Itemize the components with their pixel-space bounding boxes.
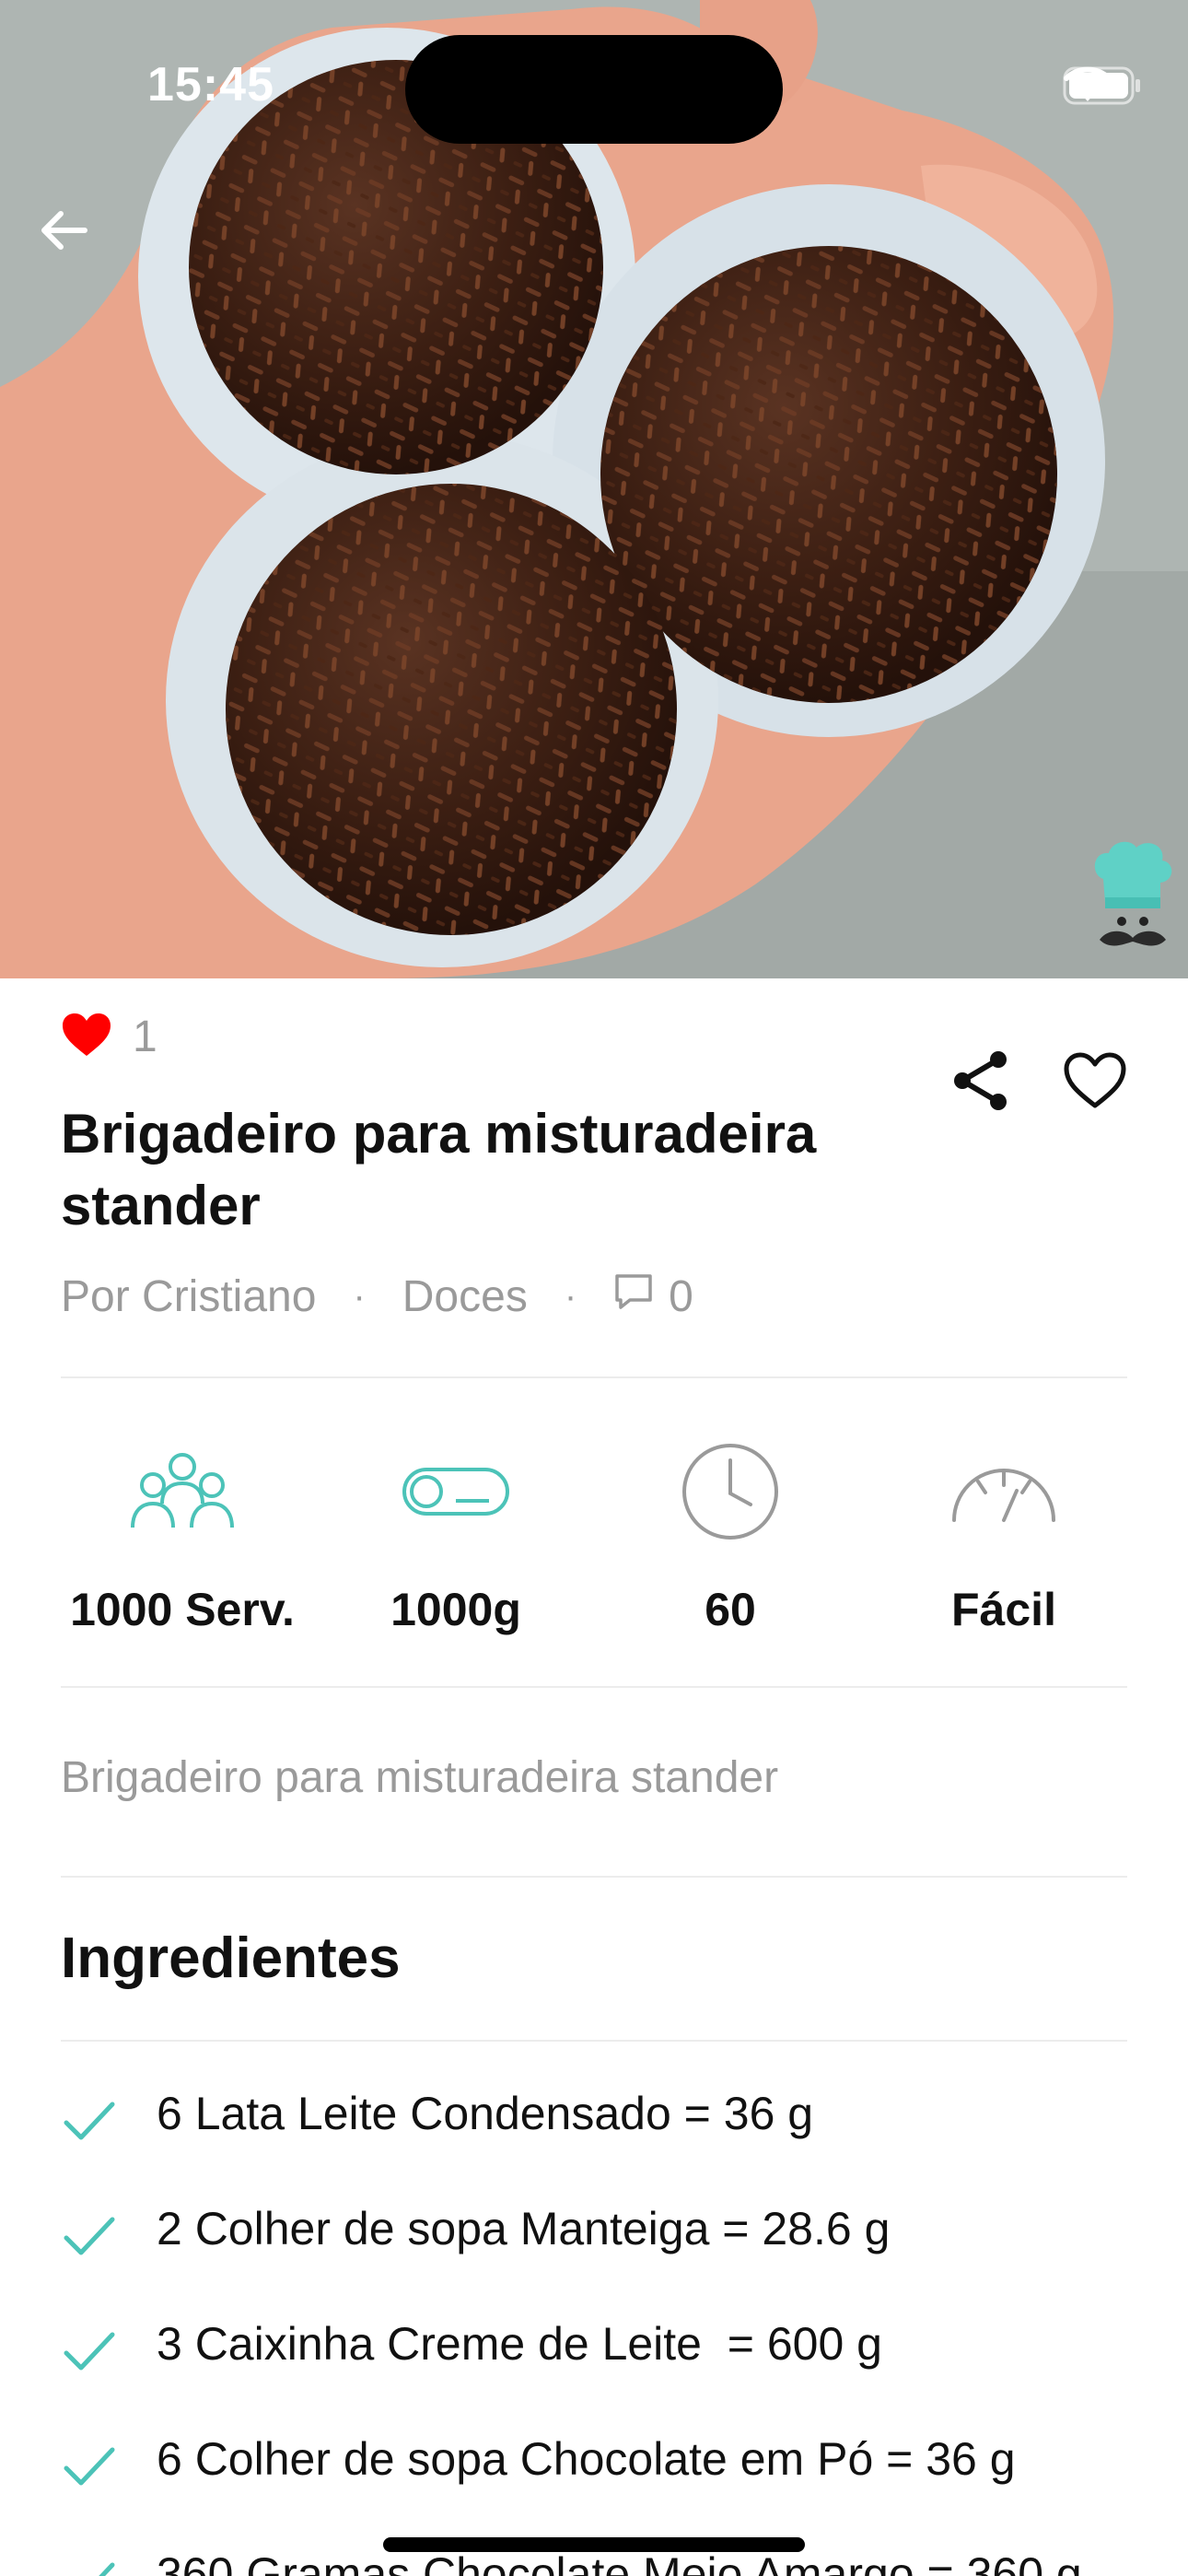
ingredient-item[interactable]: 6 Colher de sopa Chocolate em Pó = 36 g [61,2430,1166,2545]
comments-link[interactable]: 0 [613,1271,693,1322]
stat-weight-label: 1000g [390,1584,521,1635]
recipe-stats: 1000 Serv. 1000g 60 Fácil [0,1437,1188,1640]
likes-row: 1 [61,1012,157,1062]
ingredient-text: 2 Colher de sopa Manteiga = 28.6 g [157,2203,891,2254]
dynamic-island [405,35,783,144]
check-icon [61,2545,157,2576]
stat-difficulty: Fácil [866,1437,1142,1636]
scale-icon [401,1437,511,1546]
recipe-meta: Por Cristiano · Doces · 0 [61,1271,693,1322]
ingredients-title: Ingredientes [61,1926,401,1990]
divider [61,2040,1127,2042]
comment-icon [613,1271,654,1322]
chef-mascot-icon [1090,838,1175,956]
ingredient-item[interactable]: 2 Colher de sopa Manteiga = 28.6 g [61,2199,1166,2314]
people-icon [127,1437,238,1546]
check-icon [61,2430,157,2493]
stat-time-label: 60 [705,1584,756,1635]
stat-difficulty-label: Fácil [951,1584,1056,1635]
heart-filled-icon [61,1012,112,1062]
recipe-title: Brigadeiro para misturadeira stander [61,1103,817,1236]
recipe-hero-image: 15:45 [0,0,1188,978]
recipe-actions [950,1048,1127,1118]
check-icon [61,2084,157,2148]
difficulty-gauge-icon [949,1437,1059,1546]
comments-count: 0 [669,1272,693,1321]
meta-separator: · [353,1276,366,1317]
share-button[interactable] [950,1048,1011,1118]
favorite-button[interactable] [1063,1052,1127,1114]
likes-count: 1 [133,1013,157,1061]
recipe-author[interactable]: Por Cristiano [61,1271,316,1322]
ingredient-text: 6 Lata Leite Condensado = 36 g [157,2088,814,2139]
status-time: 15:45 [147,58,274,111]
ingredient-text: 3 Caixinha Creme de Leite = 600 g [157,2318,882,2370]
ingredient-text: 6 Colher de sopa Chocolate em Pó = 36 g [157,2433,1016,2485]
ingredient-item[interactable]: 6 Lata Leite Condensado = 36 g [61,2084,1166,2199]
divider [61,1376,1127,1378]
stat-servings-label: 1000 Serv. [70,1584,295,1635]
stat-weight: 1000g [318,1437,594,1636]
stat-time: 60 [592,1437,868,1636]
divider [61,1686,1127,1688]
stat-servings: 1000 Serv. [44,1437,320,1636]
check-icon [61,2314,157,2378]
clock-icon [681,1437,780,1546]
recipe-description: Brigadeiro para misturadeira stander [61,1753,779,1802]
ingredients-list: 6 Lata Leite Condensado = 36 g 2 Colher … [61,2084,1166,2576]
check-icon [61,2199,157,2263]
divider [61,1876,1127,1878]
home-indicator[interactable] [383,2537,805,2552]
meta-separator: · [564,1276,577,1317]
recipe-category[interactable]: Doces [402,1271,528,1322]
back-button[interactable] [37,203,111,276]
ingredient-item[interactable]: 3 Caixinha Creme de Leite = 600 g [61,2314,1166,2430]
